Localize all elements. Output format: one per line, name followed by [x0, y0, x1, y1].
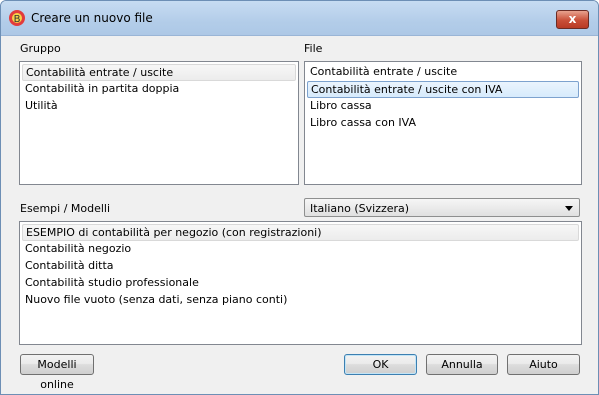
esempi-label: Esempi / Modelli [20, 202, 111, 215]
title-bar: B Creare un nuovo file x [1, 1, 598, 36]
file-item-libro-cassa-iva[interactable]: Libro cassa con IVA [307, 115, 579, 131]
esempi-item-file-vuoto[interactable]: Nuovo file vuoto (senza dati, senza pian… [22, 292, 579, 308]
cancel-button[interactable]: Annulla [426, 354, 498, 375]
language-select-value: Italiano (Svizzera) [310, 202, 410, 215]
file-list[interactable]: Contabilità entrate / uscite Contabilità… [304, 61, 582, 185]
language-select[interactable]: Italiano (Svizzera) [304, 198, 580, 217]
esempi-item-negozio[interactable]: Contabilità negozio [22, 241, 579, 257]
dialog-body: Gruppo File Contabilità entrate / uscite… [1, 36, 598, 394]
dialog-window: B Creare un nuovo file x Gruppo File Con… [0, 0, 599, 395]
gruppo-item-entrate-uscite[interactable]: Contabilità entrate / uscite [22, 64, 296, 81]
esempi-item-ditta[interactable]: Contabilità ditta [22, 258, 579, 274]
help-button[interactable]: Aiuto [507, 354, 580, 375]
gruppo-item-utilita[interactable]: Utilità [22, 98, 296, 114]
chevron-down-icon [565, 206, 573, 211]
gruppo-item-partita-doppia[interactable]: Contabilità in partita doppia [22, 81, 296, 97]
file-item-entrate-uscite-iva[interactable]: Contabilità entrate / uscite con IVA [307, 81, 579, 98]
esempi-item-studio[interactable]: Contabilità studio professionale [22, 275, 579, 291]
app-logo-icon: B [9, 10, 25, 26]
svg-text:B: B [14, 14, 21, 25]
gruppo-list[interactable]: Contabilità entrate / uscite Contabilità… [19, 61, 299, 185]
esempi-item-esempio-negozio[interactable]: ESEMPIO di contabilità per negozio (con … [22, 224, 579, 241]
file-item-libro-cassa[interactable]: Libro cassa [307, 98, 579, 114]
file-label: File [304, 42, 323, 55]
ok-button[interactable]: OK [344, 354, 417, 375]
esempi-list[interactable]: ESEMPIO di contabilità per negozio (con … [19, 221, 582, 345]
window-title: Creare un nuovo file [31, 11, 153, 25]
modelli-online-button[interactable]: Modelli online [20, 354, 94, 391]
close-button[interactable]: x [556, 10, 589, 29]
gruppo-label: Gruppo [20, 42, 61, 55]
file-item-entrate-uscite[interactable]: Contabilità entrate / uscite [307, 64, 579, 80]
